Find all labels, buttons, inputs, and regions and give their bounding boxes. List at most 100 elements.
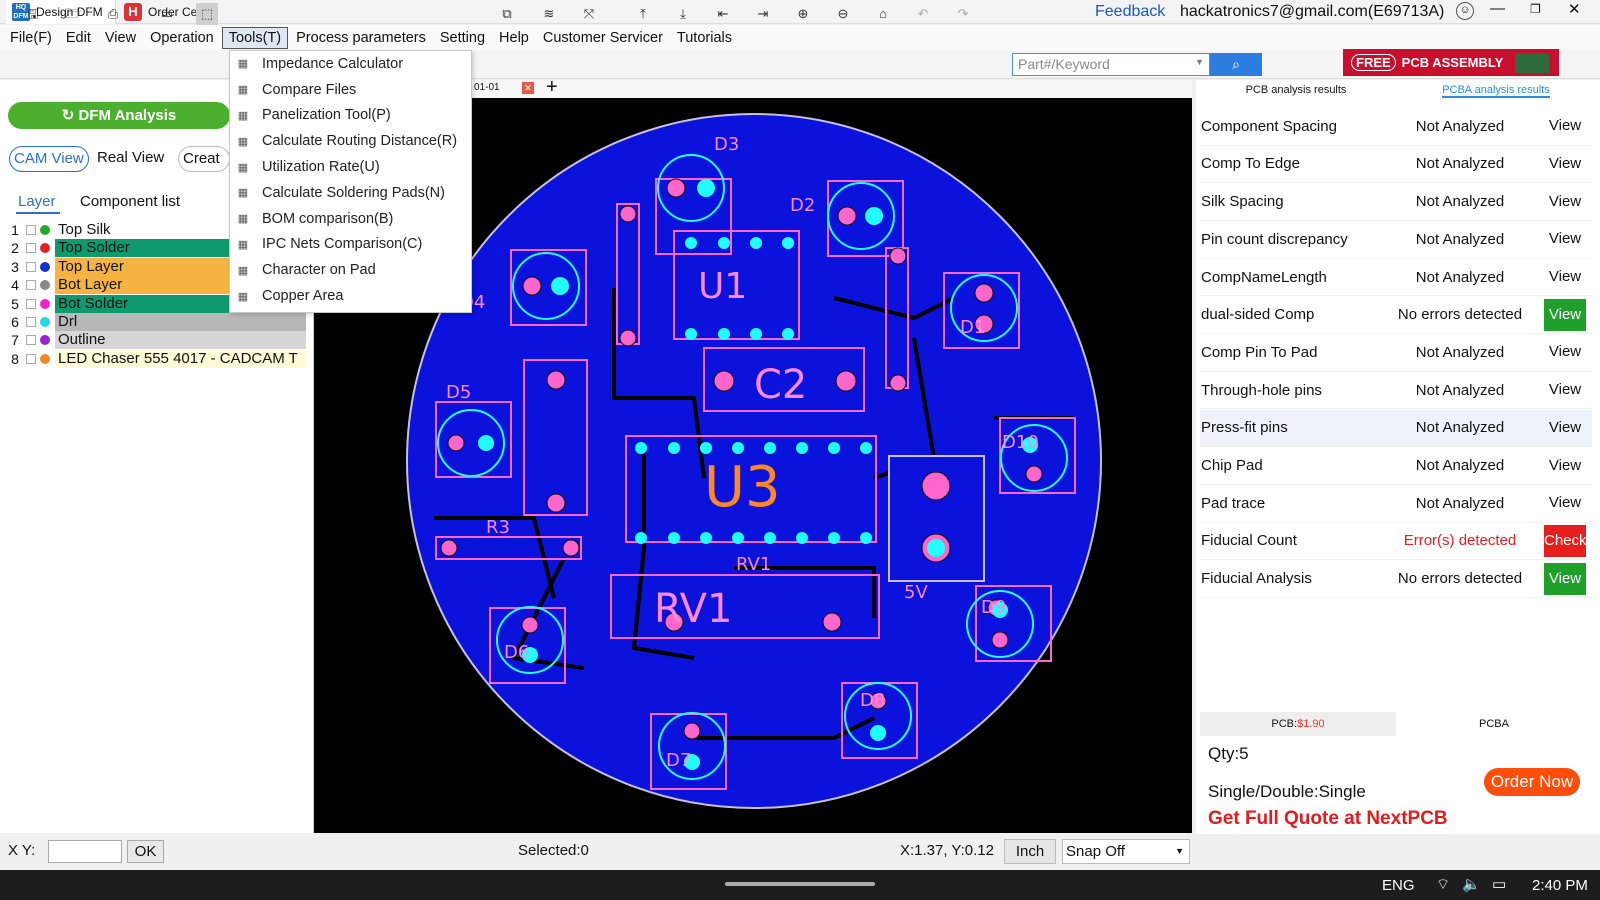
analysis-view-button[interactable]: View <box>1544 223 1586 255</box>
dfm-analysis-button[interactable]: ↻ DFM Analysis <box>8 102 230 129</box>
analysis-view-button[interactable]: Check <box>1544 524 1587 557</box>
tool-a-icon[interactable]: ⧉ <box>496 3 518 25</box>
order-now-button[interactable]: Order Now <box>1484 768 1580 796</box>
layer-checkbox[interactable] <box>26 280 36 291</box>
analysis-view-button[interactable]: View <box>1544 562 1586 595</box>
layer-checkbox[interactable] <box>26 335 36 346</box>
search-dropdown-icon[interactable]: ▼ <box>1195 57 1204 67</box>
close-icon[interactable]: ✕ <box>1568 0 1581 18</box>
layer-number: 7 <box>11 332 19 349</box>
user-icon[interactable]: ☺ <box>1456 2 1474 20</box>
menu-edit[interactable]: Edit <box>60 28 97 48</box>
layer-row[interactable]: 8 LED Chaser 555 4017 - CADCAM T <box>8 349 306 368</box>
home-indicator[interactable] <box>725 882 875 886</box>
align-bottom-icon[interactable]: ⤓ <box>672 3 694 25</box>
menu-customer-servicer[interactable]: Customer Servicer <box>537 28 669 48</box>
open-folder-icon[interactable]: 🗁 <box>62 3 84 25</box>
align-top-icon[interactable]: ⤒ <box>632 3 654 25</box>
tools-menu-item[interactable]: ▦ BOM comparison(B) <box>230 206 471 232</box>
zoom-out-icon[interactable]: ⊖ <box>832 3 854 25</box>
menu-help[interactable]: Help <box>493 28 535 48</box>
tool-b-icon[interactable]: ≋ <box>538 3 560 25</box>
restore-icon[interactable]: ❐ <box>1530 2 1541 16</box>
analysis-view-button[interactable]: View <box>1544 298 1586 331</box>
battery-icon[interactable]: ▭ <box>1492 875 1506 893</box>
unit-button[interactable]: Inch <box>1004 839 1056 864</box>
undo-icon[interactable]: ↶ <box>912 3 934 25</box>
quote-link[interactable]: Get Full Quote at NextPCB <box>1208 808 1448 830</box>
menu-file[interactable]: File(F) <box>4 28 58 48</box>
tools-menu-item[interactable]: ▦ Calculate Soldering Pads(N) <box>230 180 471 206</box>
ok-button[interactable]: OK <box>127 840 164 863</box>
tools-menu-item[interactable]: ▦ Compare Files <box>230 77 471 103</box>
tab-pcb-price[interactable]: PCB:$1.90 <box>1200 712 1396 736</box>
layer-row[interactable]: 7 Outline <box>8 331 306 350</box>
layer-checkbox[interactable] <box>26 298 36 309</box>
analysis-view-button[interactable]: View <box>1544 487 1586 519</box>
analysis-row: Comp Pin To Pad Not Analyzed View <box>1200 334 1592 372</box>
analysis-view-button[interactable]: View <box>1544 336 1586 368</box>
menu-operation[interactable]: Operation <box>144 28 220 48</box>
volume-icon[interactable]: 🔈 <box>1462 875 1481 893</box>
align-right-icon[interactable]: ⇥ <box>752 3 774 25</box>
layer-checkbox[interactable] <box>26 225 36 235</box>
print-icon[interactable]: ⎙ <box>102 3 124 25</box>
layer-row[interactable]: 6 Drl <box>8 313 306 331</box>
minimize-icon[interactable]: — <box>1490 0 1505 17</box>
layer-checkbox[interactable] <box>26 317 36 327</box>
wifi-icon[interactable]: ⌔ <box>1436 875 1450 894</box>
tab-pcba-analysis[interactable]: PCBA analysis results <box>1396 80 1596 100</box>
zoom-in-icon[interactable]: ⊕ <box>792 3 814 25</box>
svg-text:D9: D9 <box>981 597 1006 618</box>
tab-component-list[interactable]: Component list <box>80 193 180 210</box>
menu-process-parameters[interactable]: Process parameters <box>290 28 432 48</box>
layer-checkbox[interactable] <box>26 261 36 272</box>
select-icon[interactable]: ⬚ <box>196 3 218 25</box>
real-view-button[interactable]: Real View <box>93 146 169 172</box>
analysis-view-button[interactable]: View <box>1544 450 1586 482</box>
home-icon[interactable]: ⌂ <box>872 3 894 25</box>
menu-view[interactable]: View <box>99 28 142 48</box>
tools-menu-item[interactable]: ▦ Panelization Tool(P) <box>230 103 471 129</box>
snap-select[interactable]: Snap Off ▼ <box>1062 839 1190 864</box>
ipc-icon: ▦ <box>237 238 249 251</box>
pcb-assembly-banner[interactable]: FREE PCB ASSEMBLY <box>1343 49 1559 76</box>
tool-c-icon[interactable]: ⤧ <box>578 3 600 25</box>
layer-color-dot <box>40 298 50 309</box>
analysis-view-button[interactable]: View <box>1544 261 1586 293</box>
create-button[interactable]: Creat <box>178 146 230 172</box>
layer-checkbox[interactable] <box>26 353 36 364</box>
align-left-icon[interactable]: ⇤ <box>712 3 734 25</box>
analysis-view-button[interactable]: View <box>1544 110 1586 142</box>
xy-input[interactable] <box>48 840 122 863</box>
tab-pcba[interactable]: PCBA <box>1396 712 1592 736</box>
tab-pcb-analysis[interactable]: PCB analysis results <box>1196 80 1396 100</box>
search-input[interactable]: Part#/Keyword <box>1012 53 1210 76</box>
language-indicator[interactable]: ENG <box>1382 877 1415 894</box>
save-icon[interactable]: 🖫 <box>22 3 44 25</box>
tab-layer[interactable]: Layer <box>18 193 56 210</box>
tools-menu-item[interactable]: ▦ Impedance Calculator <box>230 51 471 77</box>
add-tab-icon[interactable]: + <box>546 76 558 99</box>
layer-checkbox[interactable] <box>26 243 36 254</box>
tools-menu-item[interactable]: ▦ Copper Area <box>230 283 471 309</box>
search-button[interactable]: ⌕ <box>1210 53 1262 76</box>
menu-tutorials[interactable]: Tutorials <box>671 28 738 48</box>
canvas-tab-label[interactable]: 01-01 <box>474 82 500 93</box>
menu-setting[interactable]: Setting <box>434 28 491 48</box>
tools-menu-item[interactable]: ▦ Utilization Rate(U) <box>230 154 471 180</box>
cam-view-button[interactable]: CAM View <box>9 146 89 172</box>
analysis-view-button[interactable]: View <box>1544 374 1586 406</box>
tools-menu-item[interactable]: ▦ IPC Nets Comparison(C) <box>230 232 471 258</box>
menu-tools[interactable]: Tools(T) <box>221 26 289 49</box>
analysis-view-button[interactable]: View <box>1544 412 1586 444</box>
layout-icon[interactable]: ▭ <box>156 3 178 25</box>
order-center-icon: H <box>124 3 142 21</box>
redo-icon[interactable]: ↷ <box>952 3 974 25</box>
analysis-view-button[interactable]: View <box>1544 186 1586 218</box>
tools-menu-item[interactable]: ▦ Calculate Routing Distance(R) <box>230 128 471 154</box>
feedback-link[interactable]: Feedback <box>1095 3 1165 21</box>
close-tab-icon[interactable]: ✕ <box>522 82 534 94</box>
tools-menu-item[interactable]: ▦ Character on Pad <box>230 257 471 283</box>
analysis-view-button[interactable]: View <box>1544 148 1586 180</box>
